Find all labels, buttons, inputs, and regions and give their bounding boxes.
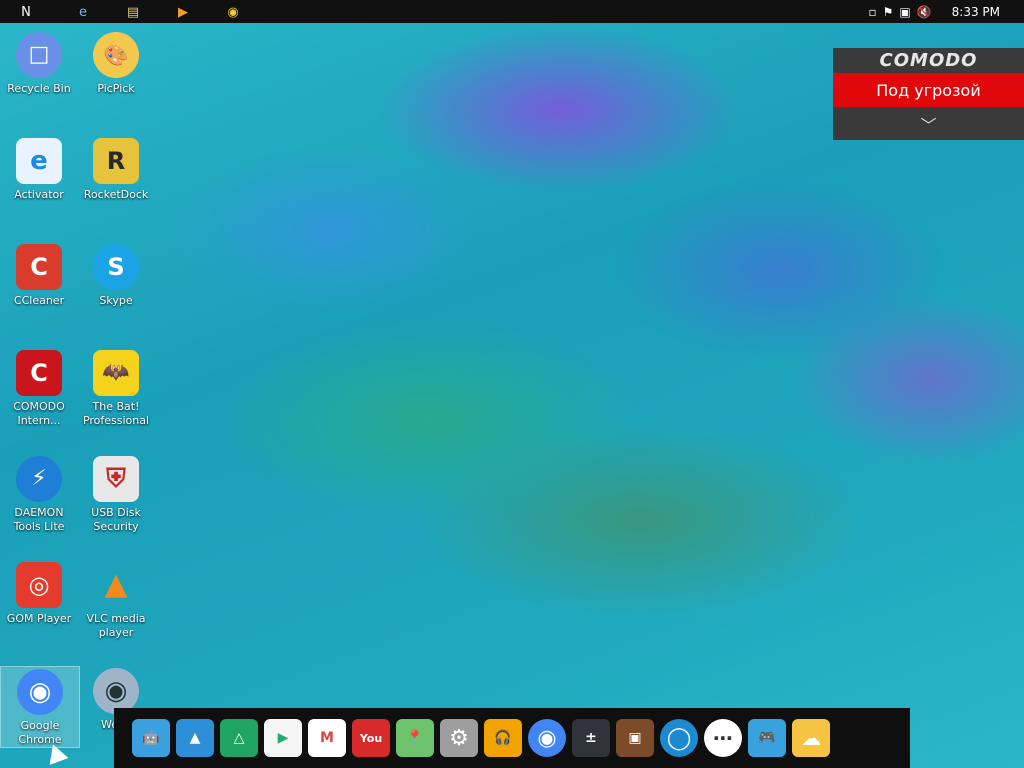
desktop-icon-google-chrome[interactable]: ◉ Google Chrome (0, 666, 80, 748)
gmail-icon[interactable]: M (308, 719, 346, 757)
desktop-icon-label: RocketDock (83, 188, 149, 201)
comodo-status-button[interactable]: Под угрозой (833, 73, 1024, 107)
action-center-flag-icon[interactable]: ⚑ (883, 5, 894, 19)
volume-muted-icon[interactable]: 🔇 (917, 5, 932, 19)
desktop-icon-the-bat[interactable]: 🦇 The Bat! Professional (77, 350, 155, 428)
comodo-title: COMODO (879, 50, 978, 71)
desktop-icon-label: GOM Player (6, 612, 72, 625)
settings-icon[interactable]: ⚙ (440, 719, 478, 757)
network-icon[interactable]: ▣ (899, 5, 910, 19)
desktop-icon-label: USB Disk Security (91, 506, 141, 533)
tray-dot-icon[interactable]: ▫ (868, 5, 876, 19)
desktop-icon-daemon-tools[interactable]: ⚡ DAEMON Tools Lite (0, 456, 78, 534)
desktop-icon-label: The Bat! Professional (82, 400, 150, 427)
desktop-icon-label: CCleaner (13, 294, 65, 307)
desktop-icon-gom-player[interactable]: ◎ GOM Player (0, 562, 78, 626)
vlc-cone-icon: ▲ (104, 567, 128, 602)
dock: 🤖 ▲ △ ▶ M You 📍 ⚙ 🎧 ◉ ± ▣ ◯ ⋯ 🎮 ☁ (114, 708, 910, 768)
chevron-down-icon[interactable]: ﹀ (833, 107, 1024, 140)
comodo-widget[interactable]: COMODO Под угрозой ﹀ (833, 48, 1024, 140)
chrome-icon: ◉ (17, 669, 63, 715)
games-folder-icon[interactable]: 🎮 (748, 719, 786, 757)
gom-player-icon: ◎ (16, 562, 62, 608)
search-icon[interactable]: ◯ (660, 719, 698, 757)
android-folder-icon[interactable]: 🤖 (132, 719, 170, 757)
drive-folder-icon[interactable]: ▲ (176, 719, 214, 757)
music-icon[interactable]: 🎧 (484, 719, 522, 757)
system-tray: ▫ ⚑ ▣ 🔇 8:33 PM (868, 0, 1024, 23)
google-drive-icon[interactable]: △ (220, 719, 258, 757)
chrome-icon[interactable]: ◉ (528, 719, 566, 757)
desktop-icon-label: COMODO Intern... (13, 400, 65, 427)
desktop-icon-label: PicPick (97, 82, 135, 95)
daemon-tools-icon: ⚡ (16, 456, 62, 502)
play-store-icon[interactable]: ▶ (264, 719, 302, 757)
desktop-icon-skype[interactable]: S Skype (77, 244, 155, 308)
ccleaner-icon: C (16, 244, 62, 290)
picpick-icon: 🎨 (93, 32, 139, 78)
chrome-icon[interactable]: ◉ (224, 3, 242, 21)
desktop-icon-comodo-internet-security[interactable]: C COMODO Intern... (0, 350, 78, 428)
recycle-bin-icon: □ (16, 32, 62, 78)
desktop-icon-label: Google Chrome (18, 719, 62, 746)
weather-icon[interactable]: ☁ (792, 719, 830, 757)
calculator-icon[interactable]: ± (572, 719, 610, 757)
file-manager-icon[interactable]: ▤ (124, 3, 142, 21)
desktop-icon-rocketdock[interactable]: R RocketDock (77, 138, 155, 202)
top-taskbar: N e ▤ ▶ ◉ ▫ ⚑ ▣ 🔇 8:33 PM (0, 0, 1024, 23)
rocketdock-icon: R (93, 138, 139, 184)
desktop-icon-recycle-bin[interactable]: □ Recycle Bin (0, 32, 78, 96)
clock[interactable]: 8:33 PM (952, 5, 1000, 19)
youtube-icon[interactable]: You (352, 719, 390, 757)
maps-icon[interactable]: 📍 (396, 719, 434, 757)
desktop-icon-vlc[interactable]: ▲ VLC media player (77, 562, 155, 640)
gallery-icon[interactable]: ▣ (616, 719, 654, 757)
apps-grid-icon[interactable]: ⋯ (704, 719, 742, 757)
shield-icon: ⛨ (93, 456, 139, 502)
desktop-icon-label: DAEMON Tools Lite (13, 506, 65, 533)
desktop-icon-picpick[interactable]: 🎨 PicPick (77, 32, 155, 96)
ie-icon[interactable]: e (74, 3, 92, 21)
desktop-icon-activator[interactable]: e Activator (0, 138, 78, 202)
comodo-icon: C (16, 350, 62, 396)
ie-icon: e (16, 138, 62, 184)
desktop-icon-label: Activator (14, 188, 64, 201)
desktop-icon-label: VLC media player (86, 612, 146, 639)
desktop-icon-ccleaner[interactable]: C CCleaner (0, 244, 78, 308)
nexus-logo-icon[interactable]: N (17, 3, 35, 21)
desktop-icon-label: Skype (99, 294, 133, 307)
the-bat-icon: 🦇 (93, 350, 139, 396)
desktop-icon-label: Recycle Bin (7, 82, 71, 95)
media-player-icon[interactable]: ▶ (174, 3, 192, 21)
skype-icon: S (93, 244, 139, 290)
desktop-icon-usb-disk-security[interactable]: ⛨ USB Disk Security (77, 456, 155, 534)
